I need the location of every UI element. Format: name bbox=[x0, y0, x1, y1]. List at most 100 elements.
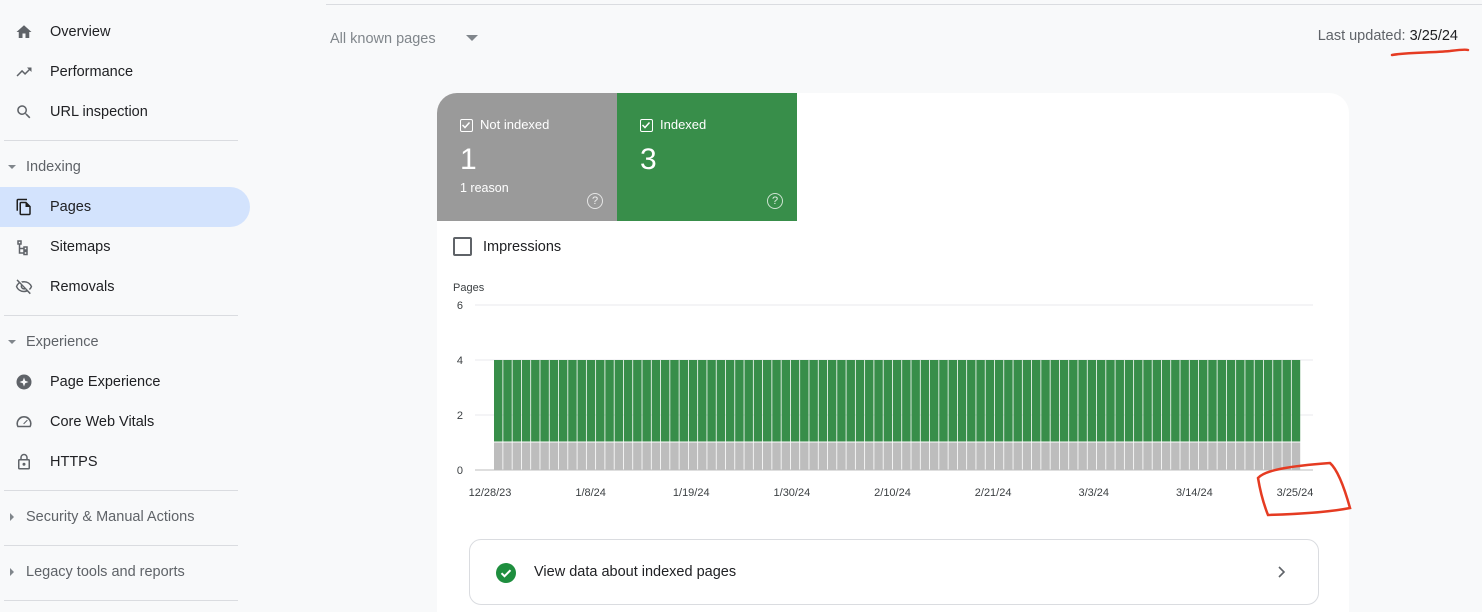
trending-up-icon bbox=[14, 62, 34, 82]
bar-not-indexed bbox=[558, 442, 568, 470]
bar-not-indexed bbox=[670, 442, 679, 470]
bar-indexed bbox=[911, 360, 920, 442]
bar-not-indexed bbox=[568, 442, 577, 470]
sidebar-item-page-experience[interactable]: Page Experience bbox=[0, 362, 250, 402]
sidebar-item-https[interactable]: HTTPS bbox=[0, 442, 250, 482]
indexed-tile[interactable]: Indexed 3 ? bbox=[617, 93, 797, 221]
bar-indexed bbox=[716, 360, 726, 442]
bar-indexed bbox=[874, 360, 883, 442]
bar-not-indexed bbox=[929, 442, 939, 470]
bar-indexed bbox=[1226, 360, 1236, 442]
bar-indexed bbox=[688, 360, 698, 442]
bar-indexed bbox=[1152, 360, 1162, 442]
section-experience[interactable]: Experience bbox=[0, 322, 238, 362]
bar-not-indexed bbox=[1115, 442, 1124, 470]
x-tick-label: 3/3/24 bbox=[1078, 487, 1109, 499]
bar-indexed bbox=[1161, 360, 1171, 442]
bar-indexed bbox=[1096, 360, 1106, 442]
bar-not-indexed bbox=[735, 442, 744, 470]
bar-not-indexed bbox=[1282, 442, 1291, 470]
bar-not-indexed bbox=[698, 442, 707, 470]
not-indexed-tile[interactable]: Not indexed 1 1 reason ? bbox=[437, 93, 617, 221]
bar-not-indexed bbox=[1263, 442, 1273, 470]
bar-not-indexed bbox=[883, 442, 893, 470]
tile-sublabel: 1 reason bbox=[460, 181, 509, 195]
sidebar-item-url-inspection[interactable]: URL inspection bbox=[0, 92, 250, 132]
bar-indexed bbox=[1198, 360, 1208, 442]
annotation-underline bbox=[1390, 48, 1470, 57]
home-icon bbox=[14, 22, 34, 42]
tile-label: Not indexed bbox=[480, 117, 550, 132]
bar-indexed bbox=[503, 360, 512, 442]
bar-indexed bbox=[827, 360, 837, 442]
bar-not-indexed bbox=[540, 442, 549, 470]
bar-indexed bbox=[660, 360, 670, 442]
bar-not-indexed bbox=[1208, 442, 1217, 470]
bar-not-indexed bbox=[1198, 442, 1208, 470]
bar-indexed bbox=[985, 360, 995, 442]
bar-not-indexed bbox=[1004, 442, 1013, 470]
page-filter-dropdown[interactable]: All known pages bbox=[330, 28, 478, 50]
section-security-manual-actions[interactable]: Security & Manual Actions bbox=[0, 497, 238, 537]
bar-indexed bbox=[855, 360, 865, 442]
sidebar-item-sitemaps[interactable]: Sitemaps bbox=[0, 227, 250, 267]
sidebar-divider bbox=[4, 140, 238, 141]
caret-down-icon bbox=[8, 163, 16, 171]
y-tick-label: 0 bbox=[457, 465, 463, 477]
sidebar-divider bbox=[4, 545, 238, 546]
bar-not-indexed bbox=[679, 442, 688, 470]
bar-indexed bbox=[818, 360, 828, 442]
sidebar-item-overview[interactable]: Overview bbox=[0, 12, 250, 52]
sidebar-item-performance[interactable]: Performance bbox=[0, 52, 250, 92]
x-tick-label: 1/19/24 bbox=[673, 487, 710, 499]
sidebar-item-label: Overview bbox=[50, 24, 111, 40]
section-legacy-tools[interactable]: Legacy tools and reports bbox=[0, 552, 238, 592]
sidebar-item-label: Sitemaps bbox=[50, 239, 111, 255]
bar-not-indexed bbox=[1032, 442, 1041, 470]
section-label: Indexing bbox=[26, 159, 81, 175]
bar-indexed bbox=[1032, 360, 1041, 442]
bar-not-indexed bbox=[1087, 442, 1097, 470]
bar-not-indexed bbox=[549, 442, 559, 470]
bar-not-indexed bbox=[531, 442, 540, 470]
bar-not-indexed bbox=[1022, 442, 1032, 470]
bar-not-indexed bbox=[967, 442, 976, 470]
bar-not-indexed bbox=[1189, 442, 1199, 470]
help-icon[interactable]: ? bbox=[587, 193, 603, 209]
bar-not-indexed bbox=[1171, 442, 1180, 470]
bar-indexed bbox=[865, 360, 874, 442]
bar-not-indexed bbox=[865, 442, 874, 470]
bar-not-indexed bbox=[994, 442, 1004, 470]
sidebar-item-pages[interactable]: Pages bbox=[0, 187, 250, 227]
x-tick-label: 3/25/24 bbox=[1277, 487, 1314, 499]
help-icon[interactable]: ? bbox=[767, 193, 783, 209]
sidebar-item-core-web-vitals[interactable]: Core Web Vitals bbox=[0, 402, 250, 442]
bar-indexed bbox=[1013, 360, 1022, 442]
bar-not-indexed bbox=[1059, 442, 1069, 470]
bar-not-indexed bbox=[1069, 442, 1078, 470]
bar-not-indexed bbox=[763, 442, 772, 470]
bar-indexed bbox=[790, 360, 800, 442]
section-indexing[interactable]: Indexing bbox=[0, 147, 238, 187]
tile-value: 3 bbox=[640, 143, 657, 176]
bar-not-indexed bbox=[855, 442, 865, 470]
sidebar-item-removals[interactable]: Removals bbox=[0, 267, 250, 307]
bar-indexed bbox=[577, 360, 586, 442]
bar-not-indexed bbox=[1273, 442, 1282, 470]
bar-not-indexed bbox=[1291, 442, 1301, 470]
bar-not-indexed bbox=[577, 442, 586, 470]
header-divider bbox=[326, 4, 1482, 5]
bar-indexed bbox=[994, 360, 1004, 442]
bar-indexed bbox=[957, 360, 967, 442]
bar-indexed bbox=[939, 360, 948, 442]
bar-not-indexed bbox=[1078, 442, 1087, 470]
bar-not-indexed bbox=[809, 442, 818, 470]
y-tick-label: 4 bbox=[457, 355, 463, 367]
bar-indexed bbox=[633, 360, 642, 442]
bar-indexed bbox=[1189, 360, 1199, 442]
bar-not-indexed bbox=[1245, 442, 1254, 470]
bar-indexed bbox=[568, 360, 577, 442]
impressions-checkbox[interactable]: Impressions bbox=[453, 237, 561, 256]
bar-not-indexed bbox=[1236, 442, 1245, 470]
view-indexed-pages-row[interactable]: View data about indexed pages bbox=[469, 539, 1319, 605]
